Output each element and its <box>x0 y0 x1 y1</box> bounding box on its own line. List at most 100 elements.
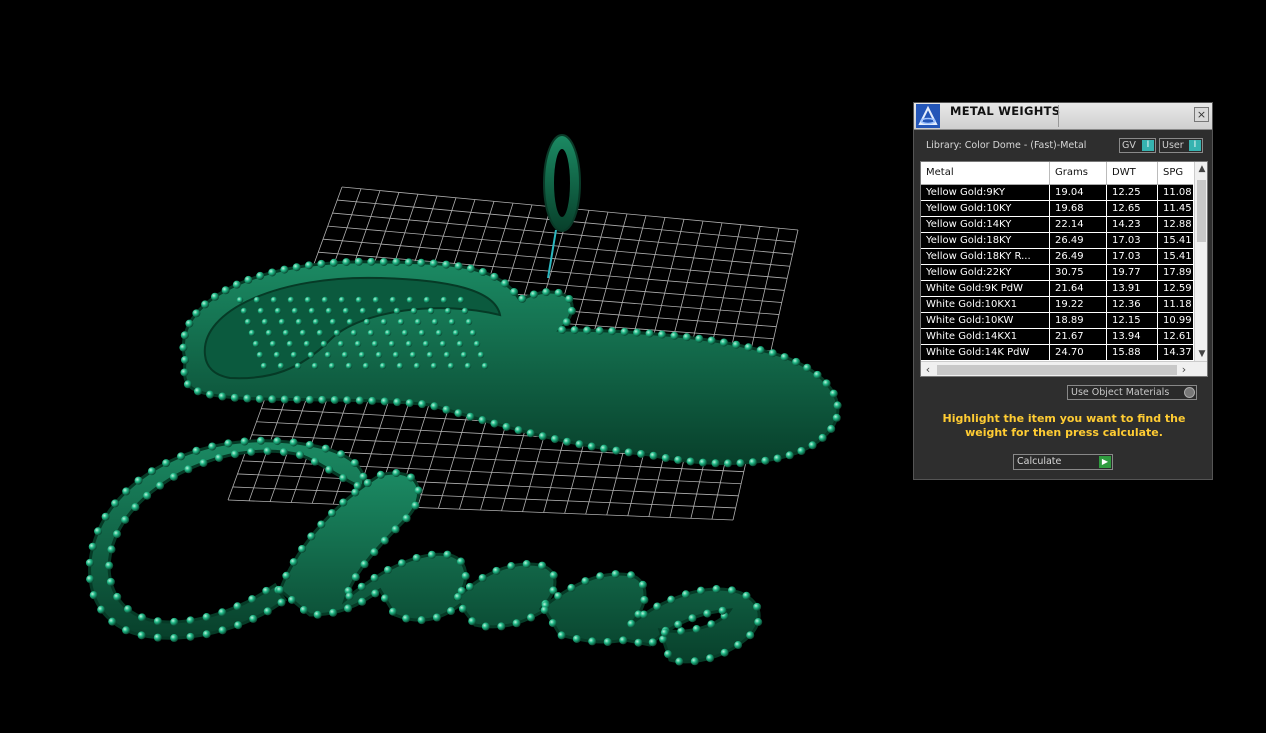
gem <box>186 632 195 641</box>
table-row[interactable]: White Gold:9K PdW 21.64 13.91 12.59 <box>921 281 1198 297</box>
cell-spg: 12.88 <box>1158 217 1198 232</box>
gem <box>345 592 354 601</box>
table-row[interactable]: Yellow Gold:9KY 19.04 12.25 11.08 <box>921 185 1198 201</box>
play-arrow-icon[interactable]: ▶ <box>1099 456 1111 468</box>
table-row[interactable]: White Gold:10KX1 19.22 12.36 11.18 <box>921 297 1198 313</box>
gem <box>138 613 147 622</box>
user-toggle[interactable]: User I <box>1159 138 1203 153</box>
gem <box>664 650 673 659</box>
table-row[interactable]: Yellow Gold:22KY 30.75 19.77 17.89 <box>921 265 1198 281</box>
gem <box>113 592 122 601</box>
gem <box>768 349 777 358</box>
gem <box>277 362 285 370</box>
gem <box>637 449 646 458</box>
gem <box>240 307 248 315</box>
gem <box>234 621 243 630</box>
close-button[interactable]: × <box>1194 107 1209 122</box>
radio-button-icon[interactable] <box>1184 387 1195 398</box>
gem <box>454 593 463 602</box>
gem <box>430 402 439 411</box>
calculate-button[interactable]: Calculate ▶ <box>1013 454 1113 470</box>
gem <box>121 515 130 524</box>
gem <box>202 630 211 639</box>
gem <box>380 536 389 545</box>
gem <box>330 396 339 405</box>
horizontal-scroll-thumb[interactable] <box>937 365 1177 375</box>
cell-spg: 12.59 <box>1158 281 1198 296</box>
gem <box>596 572 605 581</box>
gem <box>692 625 701 634</box>
column-header-grams[interactable]: Grams <box>1050 162 1107 184</box>
gem <box>311 362 319 370</box>
gem <box>418 400 427 409</box>
cell-spg: 12.61 <box>1158 329 1198 344</box>
table-row[interactable]: Yellow Gold:18KY R... 26.49 17.03 15.41 <box>921 249 1198 265</box>
gem <box>405 340 413 348</box>
scroll-right-icon[interactable]: › <box>1177 362 1191 376</box>
column-header-metal[interactable]: Metal <box>921 162 1050 184</box>
gem <box>627 571 636 580</box>
calculate-label: Calculate <box>1017 456 1062 467</box>
gem <box>260 362 268 370</box>
gem <box>558 326 567 335</box>
scroll-up-icon[interactable]: ▲ <box>1195 162 1207 176</box>
gem <box>746 631 755 640</box>
gem <box>742 591 751 600</box>
gem <box>418 329 426 337</box>
gem <box>422 340 430 348</box>
gem <box>370 548 379 557</box>
scroll-down-icon[interactable]: ▼ <box>1195 347 1207 361</box>
gem <box>317 520 326 529</box>
cell-metal: White Gold:14K PdW <box>921 345 1050 360</box>
column-header-spg[interactable]: SPG <box>1158 162 1198 184</box>
gem <box>186 616 195 625</box>
gem <box>405 399 414 408</box>
gem <box>221 286 230 295</box>
metal-table[interactable]: Metal Grams DWT SPG Yellow Gold:9KY 19.04… <box>920 161 1208 377</box>
gem <box>379 362 387 370</box>
gem <box>253 296 261 304</box>
scroll-left-icon[interactable]: ‹ <box>921 362 935 376</box>
panel-titlebar[interactable]: METAL WEIGHTS × <box>914 103 1212 130</box>
table-row[interactable]: Yellow Gold:18KY 26.49 17.03 15.41 <box>921 233 1198 249</box>
gem <box>293 395 302 404</box>
gem <box>170 634 179 643</box>
gem <box>653 602 662 611</box>
gem <box>134 476 143 485</box>
gv-toggle[interactable]: GV I <box>1119 138 1156 153</box>
gem <box>298 544 307 553</box>
table-row[interactable]: White Gold:14K PdW 24.70 15.88 14.37 <box>921 345 1198 361</box>
vertical-scrollbar[interactable]: ▲ ▼ <box>1194 162 1207 361</box>
column-header-dwt[interactable]: DWT <box>1107 162 1158 184</box>
gem <box>587 442 596 451</box>
gem <box>412 553 421 562</box>
table-row[interactable]: Yellow Gold:14KY 22.14 14.23 12.88 <box>921 217 1198 233</box>
gem <box>409 351 417 359</box>
gem <box>305 440 314 449</box>
gem <box>317 259 326 268</box>
use-object-materials-option[interactable]: Use Object Materials <box>1067 385 1197 400</box>
table-row[interactable]: Yellow Gold:10KY 19.68 12.65 11.45 <box>921 201 1198 217</box>
table-row[interactable]: White Gold:14KX1 21.67 13.94 12.61 <box>921 329 1198 345</box>
user-toggle-switch-icon[interactable]: I <box>1189 140 1201 151</box>
lower-pendant[interactable] <box>85 436 763 666</box>
gem <box>695 334 704 343</box>
cell-dwt: 17.03 <box>1107 233 1158 248</box>
gem <box>380 397 389 406</box>
gem <box>803 363 812 372</box>
gv-toggle-switch-icon[interactable]: I <box>1142 140 1154 151</box>
gem <box>280 265 289 274</box>
gem <box>431 318 439 326</box>
table-row[interactable]: White Gold:10KW 18.89 12.15 10.99 <box>921 313 1198 329</box>
gem <box>354 340 362 348</box>
gem <box>320 340 328 348</box>
vertical-scroll-thumb[interactable] <box>1197 180 1206 242</box>
gem <box>282 329 290 337</box>
gem <box>106 577 115 586</box>
gem <box>706 654 715 663</box>
cell-spg: 11.45 <box>1158 201 1198 216</box>
horizontal-scrollbar[interactable]: ‹ › <box>921 361 1207 376</box>
gem <box>466 412 475 421</box>
gem <box>712 585 721 594</box>
gem <box>371 589 380 598</box>
